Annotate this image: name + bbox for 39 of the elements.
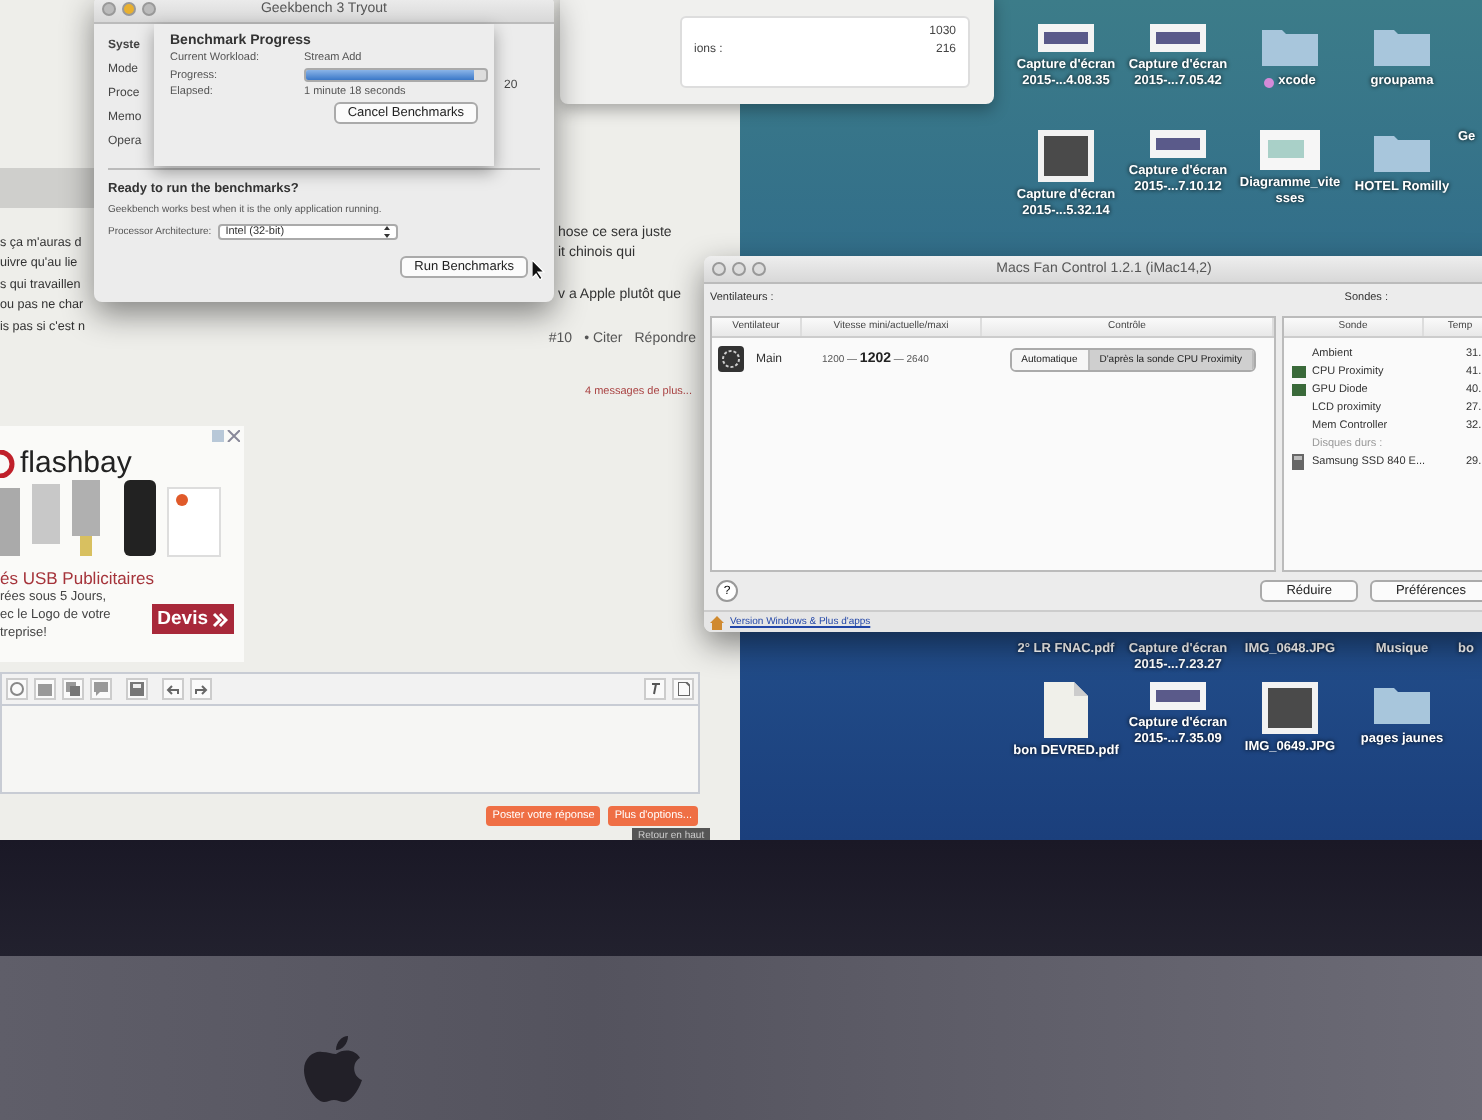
screenshot-thumbnail-icon [1038,24,1094,52]
ad-close-icon[interactable] [212,430,240,442]
double-chevron-icon [212,611,228,627]
document-thumbnail-icon [1260,130,1320,170]
mouse-pointer-icon [532,260,546,280]
screenshot-thumbnail-icon [1150,24,1206,52]
folder-icon [1260,24,1320,68]
undo-icon[interactable] [162,678,184,700]
clear-format-icon[interactable] [644,678,666,700]
folder-icon [1372,682,1432,726]
brand-name: flashbay [20,446,132,480]
photo-thumbnail-icon [1262,682,1318,734]
zoom-button[interactable] [142,2,156,16]
page-header-bar [0,168,100,208]
home-icon [710,615,724,629]
save-icon[interactable] [126,678,148,700]
zoom-button[interactable] [752,262,766,276]
fan-icon [718,346,744,372]
brand-logo-icon [0,449,16,477]
copy-icon[interactable] [62,678,84,700]
drive-icon [1292,453,1304,469]
minimize-button[interactable] [122,2,136,16]
close-button[interactable] [712,262,726,276]
document-icon[interactable] [672,678,694,700]
pdf-file-icon [1044,682,1088,738]
image-icon[interactable] [34,678,56,700]
screenshot-thumbnail-icon [1150,682,1206,710]
redo-icon[interactable] [190,678,212,700]
screenshot-thumbnail-icon [1150,130,1206,158]
photo-thumbnail-icon [1038,130,1094,182]
smiley-icon[interactable] [6,678,28,700]
close-button[interactable] [102,2,116,16]
ad-headline: és USB Publicitaires [0,568,157,588]
minimize-button[interactable] [732,262,746,276]
folder-icon [1372,24,1432,68]
folder-icon [1372,130,1432,174]
speech-bubble-icon[interactable] [90,678,112,700]
updown-caret-icon [383,226,390,238]
quote-button[interactable]: Devis [151,604,234,634]
